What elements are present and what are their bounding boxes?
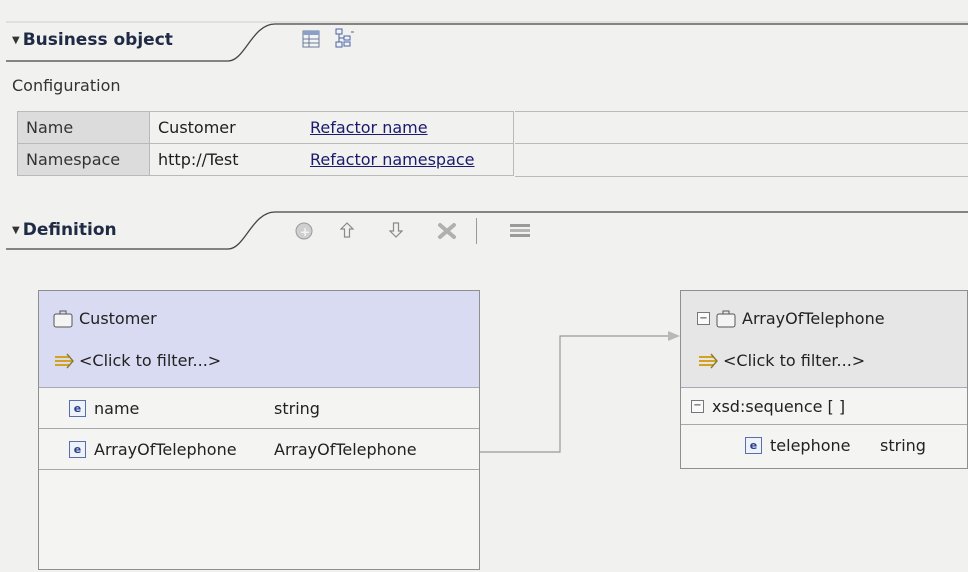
sequence-label: xsd:sequence [ ]	[712, 396, 846, 416]
customer-box[interactable]: Customer <Click to filter...> e name str…	[38, 290, 480, 570]
array-of-telephone-box[interactable]: − ArrayOfTelephone <Click to filter...> …	[680, 290, 968, 469]
array-box-header: − ArrayOfTelephone <Click to filter...>	[681, 291, 967, 388]
filter-icon	[699, 353, 718, 368]
list-item[interactable]: e name string	[39, 388, 479, 428]
collapse-icon[interactable]: −	[691, 399, 704, 413]
element-icon: e	[745, 436, 762, 454]
customer-filter-text: <Click to filter...>	[79, 351, 222, 370]
customer-filter[interactable]: <Click to filter...>	[53, 351, 221, 370]
field-name: telephone	[770, 435, 851, 455]
array-filter[interactable]: <Click to filter...>	[697, 351, 865, 370]
customer-box-header: Customer <Click to filter...>	[39, 291, 479, 388]
field-type: string	[274, 398, 320, 418]
field-name: name	[94, 398, 140, 418]
element-icon: e	[69, 440, 86, 458]
customer-box-title-row: Customer	[53, 309, 157, 328]
list-item[interactable]: e ArrayOfTelephone ArrayOfTelephone	[39, 429, 479, 469]
filter-icon	[55, 353, 74, 368]
field-name: ArrayOfTelephone	[94, 439, 237, 459]
customer-box-title: Customer	[79, 309, 157, 328]
array-box-title: ArrayOfTelephone	[742, 309, 885, 328]
element-icon: e	[69, 399, 86, 417]
business-object-icon	[716, 310, 736, 327]
list-item[interactable]: − xsd:sequence [ ]	[681, 388, 967, 424]
field-type: ArrayOfTelephone	[274, 439, 417, 459]
collapse-icon[interactable]: −	[697, 312, 710, 325]
list-item[interactable]: e telephone string	[681, 425, 967, 465]
field-type: string	[880, 435, 926, 455]
array-filter-text: <Click to filter...>	[723, 351, 866, 370]
row-divider	[39, 469, 479, 470]
business-object-icon	[53, 310, 73, 327]
array-box-title-row: − ArrayOfTelephone	[697, 309, 885, 328]
